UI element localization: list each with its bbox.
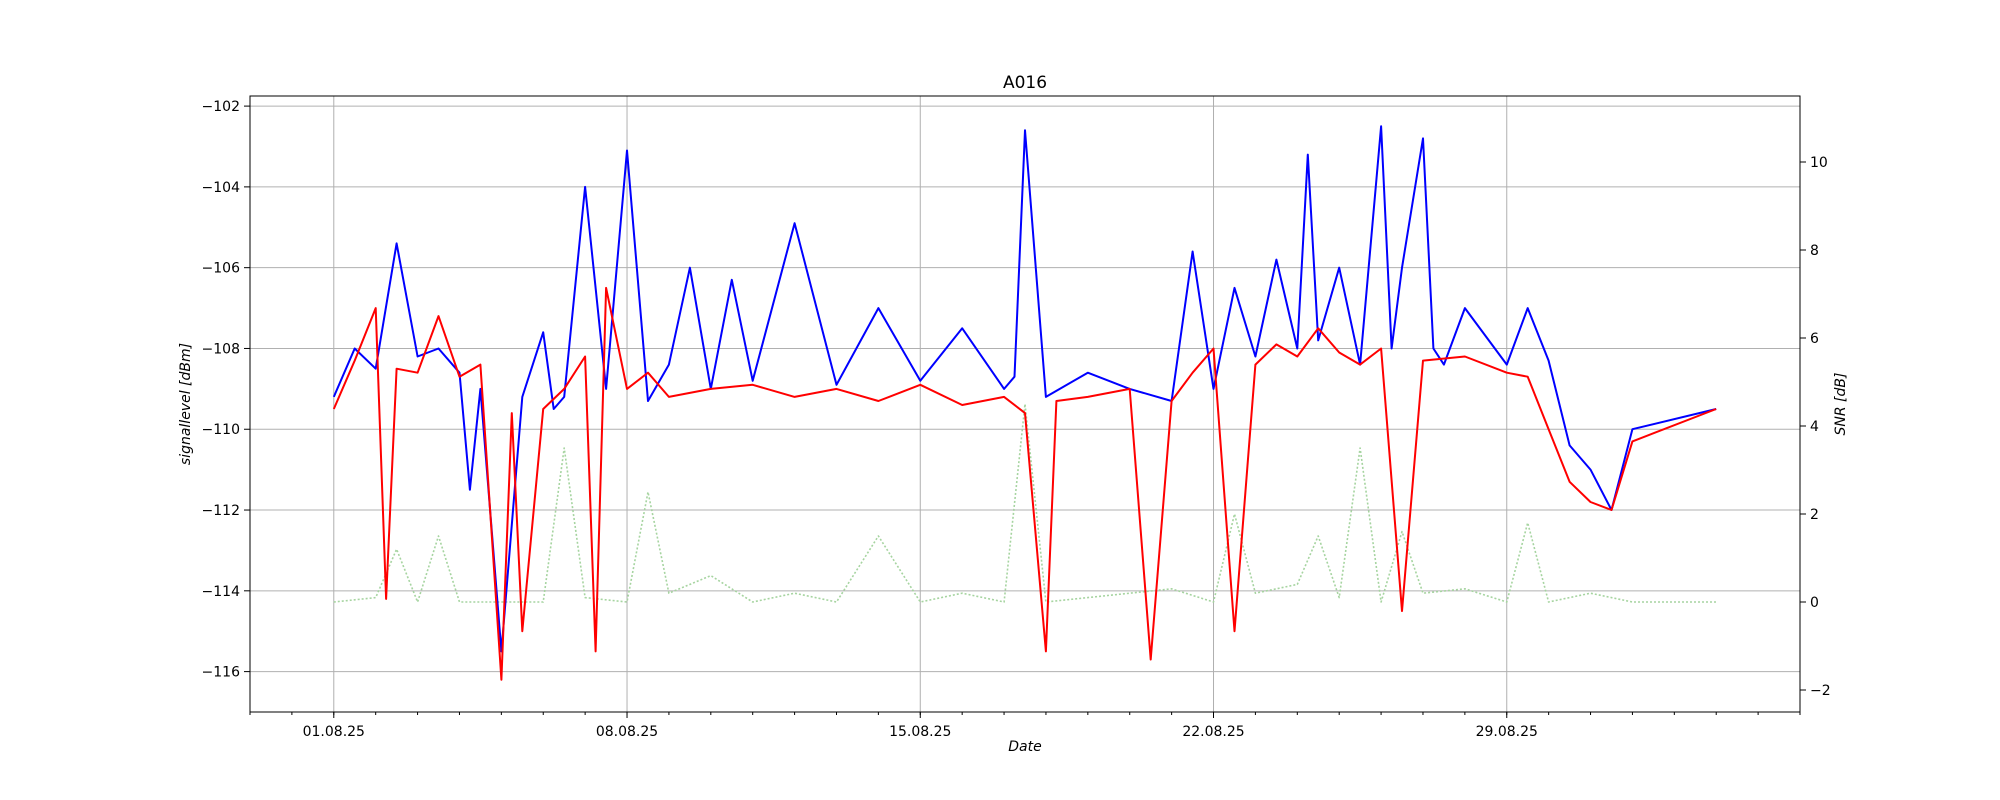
y-left-tick-label: −116	[202, 665, 241, 681]
x-tick-label: 15.08.25	[889, 724, 951, 740]
x-tick-label: 29.08.25	[1476, 724, 1538, 740]
chart-title: A016	[1003, 73, 1047, 93]
x-tick-label: 08.08.25	[596, 724, 658, 740]
y-left-tick-label: −112	[202, 503, 240, 519]
y-right-tick-label: −2	[1810, 683, 1831, 699]
x-tick-label: 22.08.25	[1182, 724, 1244, 740]
y-left-tick-label: −106	[202, 261, 241, 277]
y-axis-left-label: signallevel [dBm]	[178, 343, 194, 465]
y-right-tick-label: 10	[1810, 155, 1828, 171]
y-right-tick-label: 0	[1810, 595, 1819, 611]
y-left-tick-label: −114	[202, 584, 241, 600]
y-axis-right-label: SNR [dB]	[1833, 373, 1849, 436]
y-left-tick-label: −110	[202, 422, 240, 438]
y-right-tick-label: 6	[1810, 331, 1819, 347]
y-left-tick-label: −108	[202, 341, 240, 357]
y-left-tick-label: −104	[202, 180, 241, 196]
x-axis-label: Date	[1008, 739, 1041, 755]
signal-chart: 01.08.25 08.08.25 15.08.25 22.08.25 29.08.25…	[0, 0, 2000, 800]
y-left-tick-label: −102	[202, 99, 240, 115]
y-right-tick-label: 2	[1810, 507, 1819, 523]
y-right-tick-label: 8	[1810, 243, 1819, 259]
x-tick-label: 01.08.25	[303, 724, 365, 740]
y-right-tick-label: 4	[1810, 419, 1819, 435]
